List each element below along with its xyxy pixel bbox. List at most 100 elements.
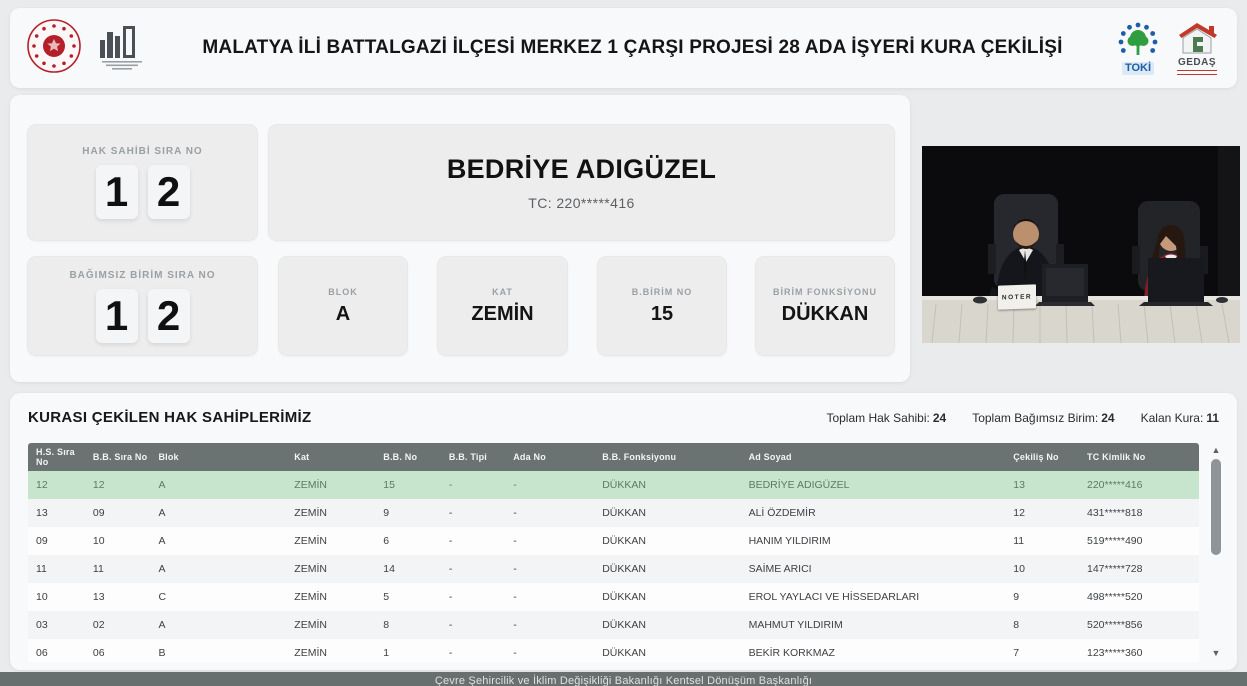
table-cell: A [154, 555, 290, 583]
table-row[interactable]: 1111AZEMİN14--DÜKKANSAİME ARICI10147****… [28, 555, 1199, 583]
table-cell: - [445, 471, 509, 499]
table-cell: 09 [28, 527, 89, 555]
column-header: Çekiliş No [1009, 443, 1083, 471]
hak-sahibi-digits: 1 2 [96, 165, 190, 219]
column-header: B.B. Tipi [445, 443, 509, 471]
birim-no-card: B.BİRİM NO 15 [597, 256, 727, 356]
stat-value: 24 [933, 411, 946, 425]
footer-text: Çevre Şehircilik ve İklim Değişikliği Ba… [0, 672, 1247, 686]
birim-fonksiyonu-value: DÜKKAN [782, 303, 869, 326]
table-cell: MAHMUT YILDIRIM [745, 611, 1010, 639]
kentsel-donusum-logo [96, 18, 148, 79]
table-cell: - [445, 555, 509, 583]
hak-sahibi-sira-no-label: HAK SAHİBİ SIRA NO [82, 146, 202, 157]
kat-card: KAT ZEMİN [437, 256, 568, 356]
table-cell: DÜKKAN [598, 639, 744, 662]
gedas-logo: GEDAŞ [1173, 21, 1221, 75]
table-cell: 519*****490 [1083, 527, 1199, 555]
toki-logo-label: TOKİ [1122, 62, 1154, 75]
table-cell: C [154, 583, 290, 611]
table-cell: 12 [28, 471, 89, 499]
scroll-down-icon[interactable]: ▼ [1210, 648, 1222, 658]
table-row[interactable]: 1013CZEMİN5--DÜKKANEROL YAYLACI VE HİSSE… [28, 583, 1199, 611]
table-row[interactable]: 0606BZEMİN1--DÜKKANBEKİR KORKMAZ7123****… [28, 639, 1199, 662]
bagimsiz-birim-digits: 1 2 [96, 289, 190, 343]
table-cell: 6 [379, 527, 445, 555]
bagimsiz-birim-sira-no-label: BAĞIMSIZ BİRİM SIRA NO [69, 270, 215, 281]
table-cell: DÜKKAN [598, 583, 744, 611]
table-cell: 10 [1009, 555, 1083, 583]
stat-toplam-hak-sahibi: Toplam Hak Sahibi: 24 [826, 411, 946, 425]
scroll-up-icon[interactable]: ▲ [1210, 445, 1222, 455]
table-cell: SAİME ARICI [745, 555, 1010, 583]
table-cell: - [509, 499, 598, 527]
gedas-logo-label: GEDAŞ [1178, 58, 1216, 68]
table-cell: 1 [379, 639, 445, 662]
page-title: MALATYA İLİ BATTALGAZİ İLÇESİ MERKEZ 1 Ç… [158, 37, 1107, 59]
table-cell: - [445, 639, 509, 662]
table-cell: 7 [1009, 639, 1083, 662]
table-cell: 11 [89, 555, 155, 583]
table-row[interactable]: 0302AZEMİN8--DÜKKANMAHMUT YILDIRIM8520**… [28, 611, 1199, 639]
column-header: B.B. No [379, 443, 445, 471]
winner-name: BEDRİYE ADIGÜZEL [447, 154, 716, 185]
footer-bar: Çevre Şehircilik ve İklim Değişikliği Ba… [0, 672, 1247, 686]
digit-tile: 2 [148, 165, 190, 219]
table-cell: BEKİR KORKMAZ [745, 639, 1010, 662]
hak-sahibi-sira-no-card: HAK SAHİBİ SIRA NO 1 2 [27, 124, 258, 241]
draw-result-panel: HAK SAHİBİ SIRA NO 1 2 BEDRİYE ADIGÜZEL … [10, 95, 910, 382]
table-cell: ZEMİN [290, 555, 379, 583]
column-header: TC Kimlik No [1083, 443, 1199, 471]
winner-tc-number: TC: 220*****416 [528, 195, 634, 211]
table-cell: 15 [379, 471, 445, 499]
table-row[interactable]: 1212AZEMİN15--DÜKKANBEDRİYE ADIGÜZEL1322… [28, 471, 1199, 499]
scrollbar-thumb[interactable] [1211, 459, 1221, 555]
table-cell: ZEMİN [290, 583, 379, 611]
blok-value: A [336, 303, 350, 326]
table-cell: 13 [89, 583, 155, 611]
table-cell: 06 [28, 639, 89, 662]
table-cell: - [509, 583, 598, 611]
table-cell: - [445, 527, 509, 555]
table-cell: - [509, 639, 598, 662]
results-table-container: H.S. Sıra NoB.B. Sıra NoBlokKatB.B. NoB.… [28, 443, 1199, 662]
table-cell: 09 [89, 499, 155, 527]
table-cell: ZEMİN [290, 471, 379, 499]
blok-card: BLOK A [278, 256, 408, 356]
table-cell: 11 [28, 555, 89, 583]
table-cell: 431*****818 [1083, 499, 1199, 527]
ministry-seal-logo [26, 18, 82, 79]
digit-tile: 1 [96, 165, 138, 219]
table-cell: 12 [89, 471, 155, 499]
table-cell: HANIM YILDIRIM [745, 527, 1010, 555]
gedas-logo-subtext [1177, 70, 1217, 75]
table-cell: B [154, 639, 290, 662]
column-header: B.B. Sıra No [89, 443, 155, 471]
table-row[interactable]: 0910AZEMİN6--DÜKKANHANIM YILDIRIM11519**… [28, 527, 1199, 555]
table-cell: ZEMİN [290, 639, 379, 662]
results-panel: KURASI ÇEKİLEN HAK SAHİPLERİMİZ Toplam H… [10, 393, 1237, 670]
column-header: Blok [154, 443, 290, 471]
table-cell: ZEMİN [290, 611, 379, 639]
toki-logo: TOKİ [1117, 21, 1159, 75]
table-cell: A [154, 499, 290, 527]
results-table: H.S. Sıra NoB.B. Sıra NoBlokKatB.B. NoB.… [28, 443, 1199, 662]
table-cell: 12 [1009, 499, 1083, 527]
stat-kalan-kura: Kalan Kura:11 [1141, 411, 1219, 425]
table-scrollbar[interactable]: ▲ ▼ [1207, 443, 1225, 660]
table-cell: 10 [28, 583, 89, 611]
table-row[interactable]: 1309AZEMİN9--DÜKKANALİ ÖZDEMİR12431*****… [28, 499, 1199, 527]
stat-label: Toplam Hak Sahibi: [826, 411, 929, 425]
table-cell: A [154, 527, 290, 555]
table-cell: DÜKKAN [598, 555, 744, 583]
table-cell: - [509, 555, 598, 583]
table-cell: 8 [379, 611, 445, 639]
video-feed[interactable]: NOTER [922, 146, 1240, 343]
table-cell: 8 [1009, 611, 1083, 639]
table-cell: 03 [28, 611, 89, 639]
birim-no-value: 15 [651, 303, 673, 326]
table-cell: 9 [1009, 583, 1083, 611]
table-cell: 123*****360 [1083, 639, 1199, 662]
table-cell: 5 [379, 583, 445, 611]
table-cell: DÜKKAN [598, 527, 744, 555]
